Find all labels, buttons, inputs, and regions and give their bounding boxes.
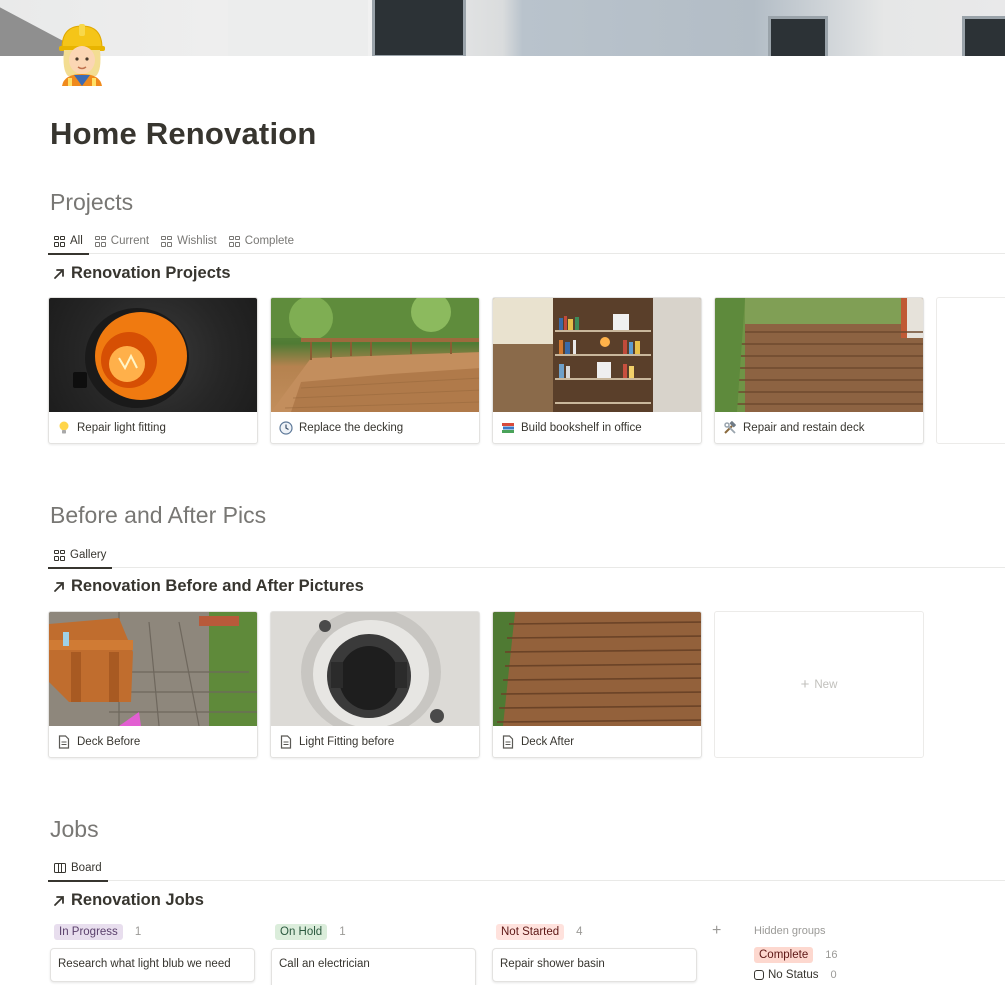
cover-window xyxy=(962,16,1005,56)
page-icon xyxy=(501,735,515,749)
hidden-groups-title: Hidden groups xyxy=(754,925,826,937)
renovation-jobs-db-title[interactable]: Renovation Jobs xyxy=(52,891,204,910)
tab-wishlist[interactable]: Wishlist xyxy=(155,228,223,254)
card-cover-image xyxy=(493,298,701,412)
card-cover-image xyxy=(271,298,479,412)
gallery-view-icon xyxy=(94,235,106,247)
project-card[interactable]: Repair and restain deck xyxy=(714,297,924,444)
status-pill[interactable]: On Hold xyxy=(275,924,328,940)
column-count: 4 xyxy=(576,926,583,938)
photo-card[interactable]: Light Fitting before xyxy=(270,611,480,758)
hidden-group-row[interactable]: Complete 16 xyxy=(754,947,874,963)
project-card[interactable]: Repair light fitting xyxy=(48,297,258,444)
jobs-board: In Progress 1 Research what light blub w… xyxy=(50,922,713,985)
gallery-view-icon xyxy=(228,235,240,247)
cover-window xyxy=(372,0,466,56)
photo-card[interactable]: Deck Before xyxy=(48,611,258,758)
card-cover-image xyxy=(271,612,479,726)
linked-arrow-icon xyxy=(54,268,64,279)
tab-gallery[interactable]: Gallery xyxy=(48,542,113,569)
linked-arrow-icon xyxy=(54,895,64,906)
tab-all[interactable]: All xyxy=(48,228,89,255)
lightbulb-icon xyxy=(57,421,71,435)
photo-card[interactable]: Deck After xyxy=(492,611,702,758)
before-after-heading: Before and After Pics xyxy=(50,502,267,528)
no-status-icon xyxy=(754,970,764,980)
projects-view-tabs: All Current Wishlist Complete xyxy=(48,228,1005,255)
group-count: 0 xyxy=(830,969,837,981)
job-card[interactable]: Repair shower basin xyxy=(492,948,697,982)
project-card[interactable]: Build bookshelf in office xyxy=(492,297,702,444)
column-count: 1 xyxy=(134,926,142,938)
page-cover[interactable] xyxy=(0,0,1005,56)
tab-current[interactable]: Current xyxy=(89,228,155,254)
group-count: 16 xyxy=(825,949,838,961)
jobs-view-tabs: Board xyxy=(48,855,1005,882)
page-title: Home Renovation xyxy=(50,116,317,151)
status-pill[interactable]: Not Started xyxy=(496,924,565,940)
card-cover-image xyxy=(493,612,701,726)
construction-worker-icon[interactable] xyxy=(54,20,110,86)
projects-gallery: Repair light fitting Replace the decking… xyxy=(48,297,1005,444)
status-pill: Complete xyxy=(754,947,814,963)
job-card[interactable]: Research what light blub we need xyxy=(50,948,255,982)
status-pill[interactable]: In Progress xyxy=(54,924,123,940)
board-view-icon xyxy=(54,863,66,873)
column-count: 1 xyxy=(339,926,346,938)
tab-board[interactable]: Board xyxy=(48,855,108,882)
hidden-groups: Hidden groups Complete 16 No Status 0 xyxy=(754,925,874,985)
before-after-view-tabs: Gallery xyxy=(48,542,1005,569)
cover-wall xyxy=(228,0,368,56)
plus-icon: + xyxy=(800,676,810,693)
page-icon xyxy=(279,735,293,749)
new-card-button[interactable]: + New xyxy=(714,611,924,758)
gallery-view-icon xyxy=(54,235,65,247)
card-cover-image xyxy=(49,612,257,726)
board-column-on-hold: On Hold 1 Call an electrician xyxy=(271,922,490,985)
cover-window xyxy=(768,16,828,56)
clock-icon xyxy=(279,421,293,435)
before-after-gallery: Deck Before Light Fitting before Deck Af… xyxy=(48,611,924,758)
gallery-view-icon xyxy=(54,549,65,561)
tab-complete[interactable]: Complete xyxy=(223,228,300,254)
books-icon xyxy=(501,421,515,435)
board-column-in-progress: In Progress 1 Research what light blub w… xyxy=(50,922,269,985)
add-group-button[interactable]: + xyxy=(712,922,721,940)
page-icon xyxy=(57,735,71,749)
before-after-db-title[interactable]: Renovation Before and After Pictures xyxy=(52,577,364,596)
jobs-heading: Jobs xyxy=(50,816,99,842)
hidden-group-row[interactable]: No Status 0 xyxy=(754,969,874,981)
card-cover-image xyxy=(49,298,257,412)
board-column-not-started: Not Started 4 Repair shower basin xyxy=(492,922,711,985)
card-cover-image xyxy=(715,298,923,412)
linked-arrow-icon xyxy=(54,581,64,592)
hammer-wrench-icon xyxy=(723,421,737,435)
gallery-view-icon xyxy=(161,235,173,247)
renovation-projects-db-title[interactable]: Renovation Projects xyxy=(52,264,231,283)
project-card-partial[interactable] xyxy=(936,297,1005,444)
job-card[interactable]: Call an electrician xyxy=(271,948,476,985)
project-card[interactable]: Replace the decking xyxy=(270,297,480,444)
projects-heading: Projects xyxy=(50,189,134,215)
